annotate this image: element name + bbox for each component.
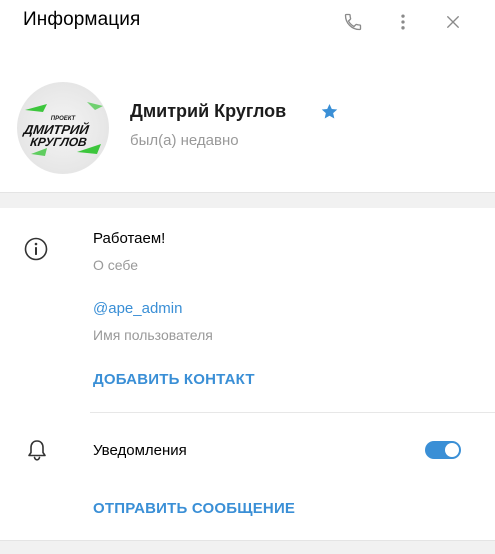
avatar[interactable]: ПРОЕКТ ДМИТРИЙ КРУГЛОВ [17,82,109,174]
close-button[interactable] [441,10,465,34]
bio-text: Работаем! [93,230,166,247]
username-link[interactable]: @ape_admin [93,300,182,317]
more-vertical-icon [401,14,405,30]
section-divider [0,192,495,208]
avatar-text-line2: КРУГЛОВ [29,135,88,149]
bottom-divider [0,540,495,554]
send-message-button[interactable]: ОТПРАВИТЬ СООБЩЕНИЕ [93,500,295,517]
more-options-button[interactable] [391,10,415,34]
divider [90,412,495,413]
page-title: Информация [23,9,141,30]
avatar-logo: ПРОЕКТ ДМИТРИЙ КРУГЛОВ [22,102,103,156]
star-icon [321,103,338,119]
profile-name: Дмитрий Круглов [130,101,287,121]
username-label: Имя пользователя [93,327,213,343]
header: Информация [0,0,495,44]
notifications-label: Уведомления [93,442,187,459]
phone-icon [344,13,362,31]
info-icon [24,237,48,261]
notifications-toggle[interactable] [425,441,461,459]
toggle-knob [445,443,459,457]
close-icon [447,16,459,28]
profile-status: был(а) недавно [130,132,239,149]
call-button[interactable] [341,10,365,34]
add-contact-button[interactable]: ДОБАВИТЬ КОНТАКТ [93,371,255,388]
bell-icon [28,440,46,461]
profile-section: ПРОЕКТ ДМИТРИЙ КРУГЛОВ Дмитрий Круглов б… [0,44,495,192]
bio-label: О себе [93,257,139,273]
